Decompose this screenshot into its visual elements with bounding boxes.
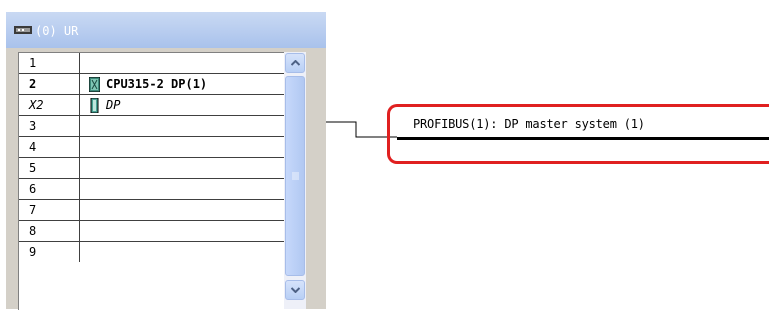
bus-highlight-frame xyxy=(387,104,769,164)
profibus-label[interactable]: PROFIBUS(1): DP master system (1) xyxy=(413,117,645,131)
profibus-line[interactable] xyxy=(397,137,769,140)
